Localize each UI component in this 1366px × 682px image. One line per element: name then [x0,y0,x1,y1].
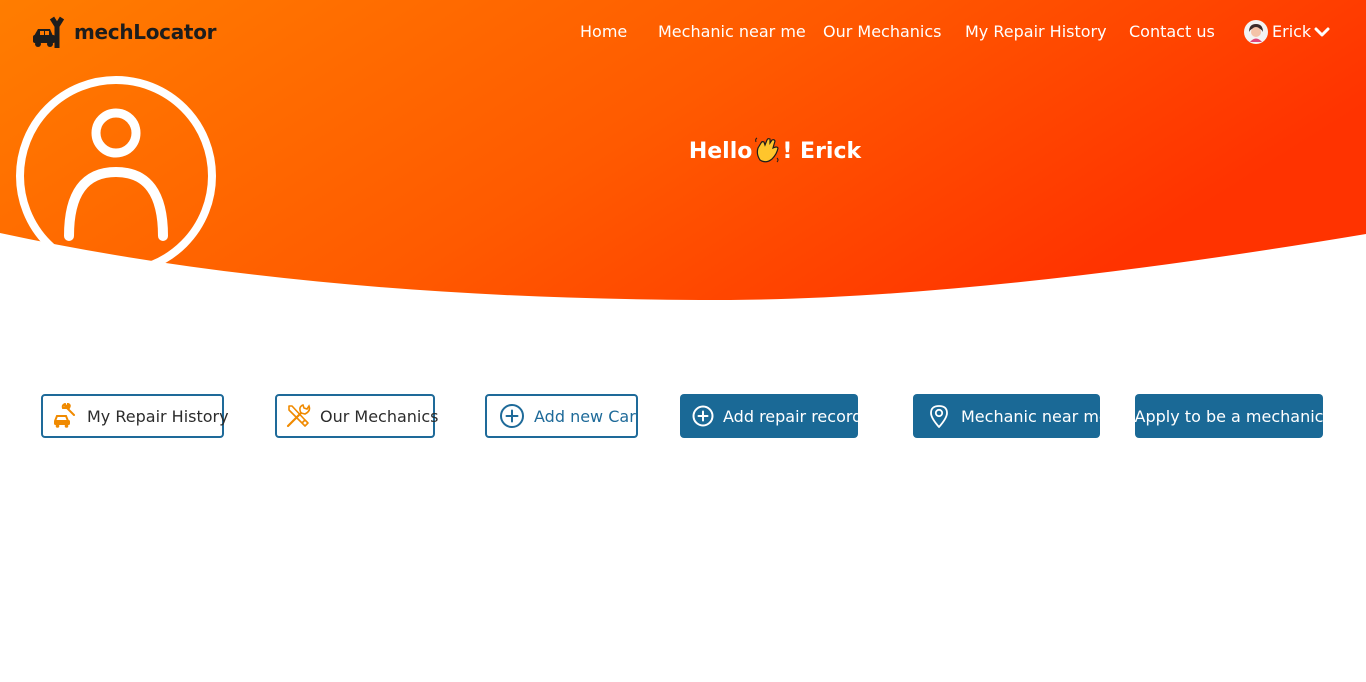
tools-icon [286,403,311,428]
top-navbar: mechLocator Home Mechanic near me Our Me… [0,0,1366,64]
add-repair-record-label: Add repair record [723,406,863,426]
our-mechanics-label: Our Mechanics [320,406,439,426]
add-new-car-label: Add new Car [534,406,636,426]
nav-mechanic-near-me-link[interactable]: Mechanic near me [658,21,806,43]
my-repair-history-label: My Repair History [87,406,229,426]
mechanic-car-logo-icon [33,16,65,48]
action-buttons: My Repair History Our Mechanics Add new … [0,0,1366,682]
user-name: Erick [1272,22,1312,41]
nav-repair-history-link[interactable]: My Repair History [965,21,1107,43]
add-repair-record-button[interactable]: Add repair record [680,394,862,438]
plus-circle-icon [500,404,524,428]
nav-contact-link[interactable]: Contact us [1129,21,1215,43]
brand-name: mechLocator [74,20,217,44]
mechanic-near-me-label: Mechanic near me [961,406,1109,426]
user-menu-dropdown[interactable]: Erick [1244,20,1330,44]
mechanic-near-me-button[interactable]: Mechanic near me [913,394,1109,438]
location-pin-icon [930,405,948,428]
plus-circle-icon [692,405,714,427]
apply-mechanic-label: Apply to be a mechanic [1134,406,1324,426]
page: mechLocator Home Mechanic near me Our Me… [0,0,1366,682]
car-repair-icon [54,403,75,428]
my-repair-history-button[interactable]: My Repair History [41,394,229,438]
nav-our-mechanics-link[interactable]: Our Mechanics [823,21,942,43]
nav-home-link[interactable]: Home [580,21,627,43]
user-avatar-icon [1244,20,1268,44]
chevron-down-icon [1314,27,1330,37]
brand-link[interactable]: mechLocator [32,15,217,49]
add-new-car-button[interactable]: Add new Car [485,394,638,438]
apply-mechanic-button[interactable]: Apply to be a mechanic [1135,394,1323,438]
our-mechanics-button[interactable]: Our Mechanics [275,394,439,438]
